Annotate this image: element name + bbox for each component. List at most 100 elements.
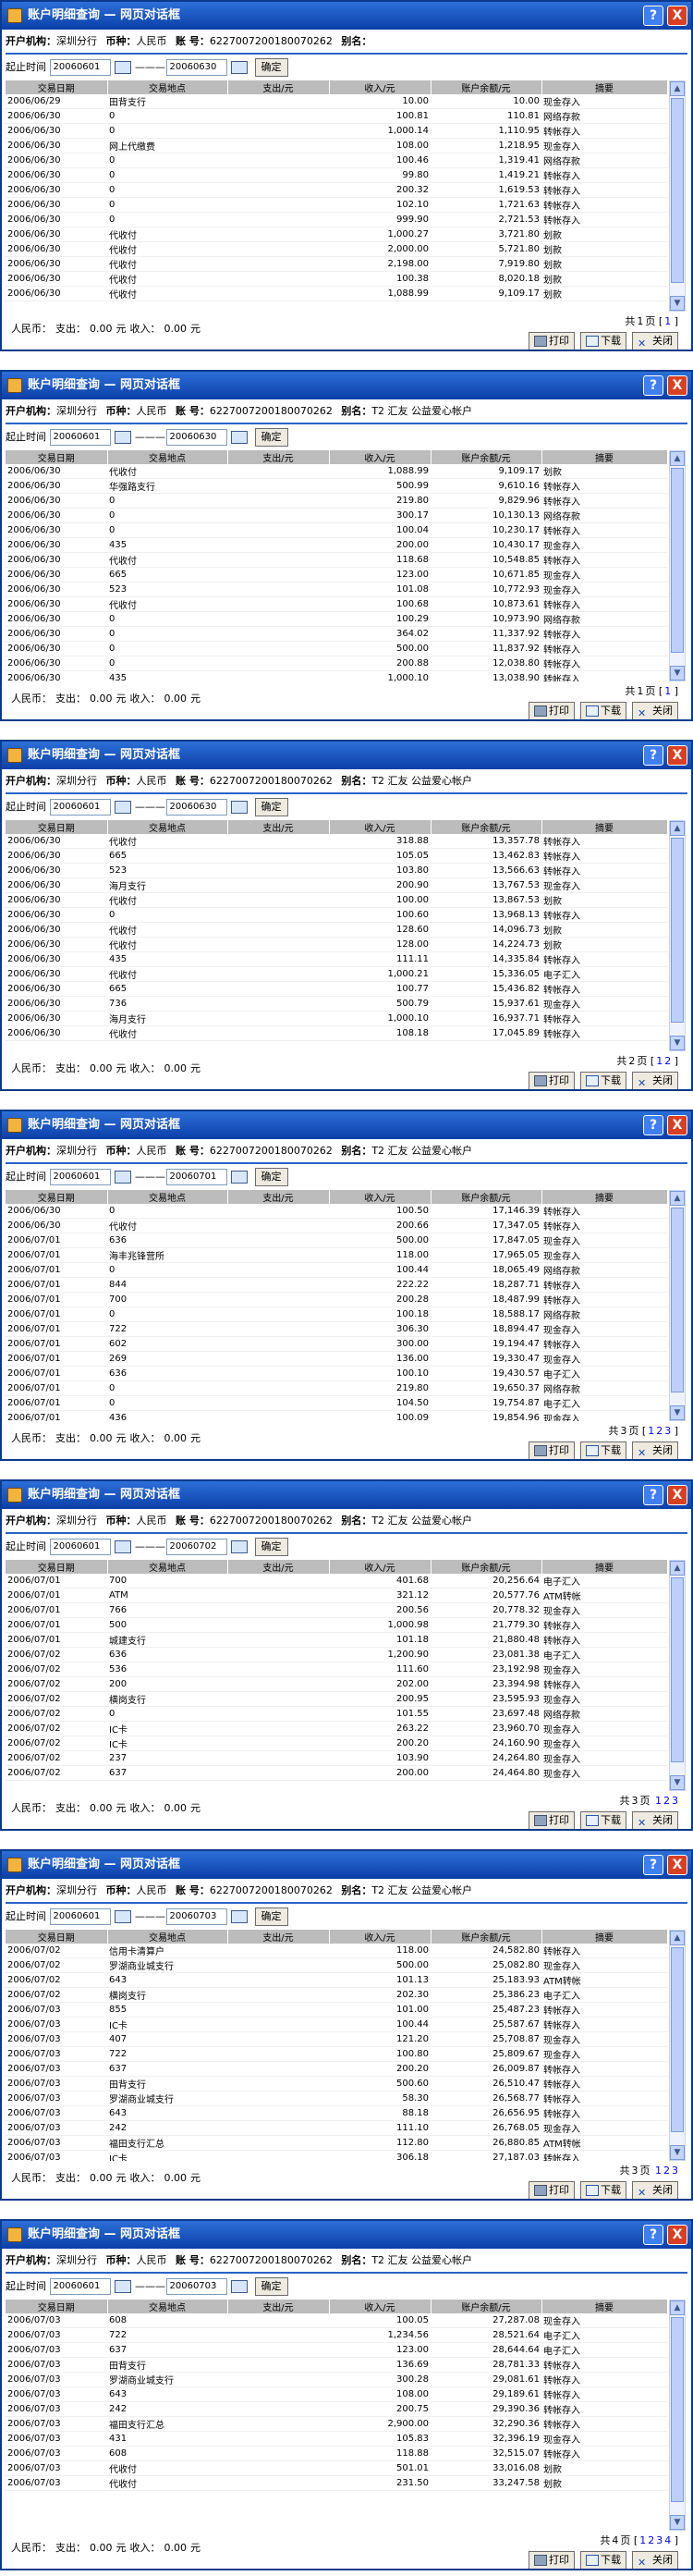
end-date-input[interactable]: 20060701: [165, 1169, 227, 1185]
start-date-input[interactable]: 20060601: [49, 2278, 111, 2295]
table-row[interactable]: 2006/07/01 602 300.00 19,194.47 转帐存入: [6, 1336, 667, 1352]
column-header[interactable]: 支出/元: [227, 1560, 330, 1574]
table-row[interactable]: 2006/06/30 代收付 128.00 14,224.73 划款: [6, 937, 667, 952]
table-row[interactable]: 2006/07/03 福田支行汇总 2,900.00 32,290.36 转帐存入: [6, 2416, 667, 2432]
table-row[interactable]: 2006/06/30 665 105.05 13,462.83 转帐存入: [6, 848, 667, 864]
table-row[interactable]: 2006/06/30 0 100.29 10,973.90 网络存款: [6, 611, 667, 627]
table-row[interactable]: 2006/07/03 407 121.20 25,708.87 现金存入: [6, 2031, 667, 2047]
confirm-button[interactable]: 确定: [254, 1907, 288, 1926]
table-row[interactable]: 2006/06/30 代收付 108.18 17,045.89 转帐存入: [6, 1025, 667, 1041]
table-row[interactable]: 2006/07/03 田背支行 136.69 28,781.33 转帐存入: [6, 2357, 667, 2373]
print-button[interactable]: 打印: [529, 332, 575, 350]
scroll-down-arrow-icon[interactable]: ▼: [670, 1775, 685, 1790]
download-button[interactable]: 下载: [580, 2551, 626, 2569]
column-header[interactable]: 账户余额/元: [431, 80, 542, 94]
end-date-input[interactable]: 20060702: [165, 1539, 227, 1555]
scroll-down-arrow-icon[interactable]: ▼: [670, 2145, 685, 2160]
column-header[interactable]: 交易日期: [6, 820, 108, 834]
table-row[interactable]: 2006/07/01 636 100.10 19,430.57 电子汇入: [6, 1366, 667, 1381]
table-row[interactable]: 2006/07/01 269 136.00 19,330.47 现金存入: [6, 1351, 667, 1367]
table-row[interactable]: 2006/07/03 242 111.10 26,768.05 现金存入: [6, 2120, 667, 2136]
table-row[interactable]: 2006/07/02 536 111.60 23,192.98 现金存入: [6, 1662, 667, 1677]
column-header[interactable]: 交易地点: [107, 1190, 228, 1204]
help-button[interactable]: ?: [643, 1485, 663, 1505]
confirm-button[interactable]: 确定: [254, 428, 288, 447]
table-row[interactable]: 2006/07/03 643 108.00 29,189.61 转帐存入: [6, 2386, 667, 2402]
vertical-scrollbar[interactable]: ▲ ▼: [669, 1190, 686, 1421]
start-date-input[interactable]: 20060601: [49, 1169, 111, 1185]
table-row[interactable]: 2006/06/30 代收付 100.00 13,867.53 划款: [6, 892, 667, 908]
table-row[interactable]: 2006/07/01 城建支行 101.18 21,880.48 转帐存入: [6, 1632, 667, 1648]
table-row[interactable]: 2006/07/01 766 200.56 20,778.32 现金存入: [6, 1602, 667, 1618]
table-row[interactable]: 2006/07/03 855 101.00 25,487.23 转帐存入: [6, 2002, 667, 2018]
calendar-icon[interactable]: [114, 431, 131, 444]
column-header[interactable]: 交易地点: [107, 820, 228, 834]
calendar-icon[interactable]: [230, 801, 248, 814]
close-button[interactable]: ✕ 关闭: [632, 1441, 678, 1459]
scroll-thumb[interactable]: [671, 468, 684, 653]
table-row[interactable]: 2006/06/30 0 200.32 1,619.53 转帐存入: [6, 182, 667, 198]
scroll-up-arrow-icon[interactable]: ▲: [670, 1561, 685, 1576]
table-row[interactable]: 2006/07/01 ATM 321.12 20,577.76 ATM转帐: [6, 1588, 667, 1603]
close-window-button[interactable]: X: [667, 375, 687, 396]
table-row[interactable]: 2006/06/30 0 100.46 1,319.41 网络存款: [6, 153, 667, 168]
calendar-icon[interactable]: [230, 2280, 248, 2293]
confirm-button[interactable]: 确定: [254, 2277, 288, 2296]
page-link[interactable]: 2: [664, 1055, 671, 1067]
table-row[interactable]: 2006/07/03 IC卡 306.18 27,187.03 转帐存入: [6, 2150, 667, 2161]
close-window-button[interactable]: X: [667, 1115, 687, 1135]
start-date-input[interactable]: 20060601: [49, 59, 111, 76]
table-row[interactable]: 2006/06/30 代收付 100.68 10,873.61 转帐存入: [6, 596, 667, 612]
scroll-thumb[interactable]: [671, 838, 684, 1023]
start-date-input[interactable]: 20060601: [49, 1539, 111, 1555]
print-button[interactable]: 打印: [529, 2181, 575, 2199]
table-row[interactable]: 2006/06/30 代收付 1,000.21 15,336.05 电子汇入: [6, 966, 667, 982]
download-button[interactable]: 下载: [580, 1811, 626, 1829]
table-row[interactable]: 2006/07/03 608 118.88 32,515.07 转帐存入: [6, 2446, 667, 2461]
table-row[interactable]: 2006/07/03 IC卡 100.44 25,587.67 转帐存入: [6, 2017, 667, 2032]
calendar-icon[interactable]: [230, 1910, 248, 1923]
scroll-up-arrow-icon[interactable]: ▲: [670, 1191, 685, 1206]
page-link[interactable]: 2: [663, 1795, 670, 1807]
table-row[interactable]: 2006/07/01 700 200.28 18,487.99 转帐存入: [6, 1292, 667, 1307]
column-header[interactable]: 交易地点: [107, 1560, 228, 1574]
scroll-up-arrow-icon[interactable]: ▲: [670, 81, 685, 96]
column-header[interactable]: 账户余额/元: [431, 1560, 542, 1574]
column-header[interactable]: 摘要: [541, 1930, 667, 1944]
table-row[interactable]: 2006/07/02 643 101.13 25,183.93 ATM转帐: [6, 1972, 667, 1988]
table-row[interactable]: 2006/07/03 田背支行 500.60 26,510.47 转帐存入: [6, 2076, 667, 2091]
page-link[interactable]: 3: [664, 1425, 671, 1437]
page-link[interactable]: 1: [648, 1425, 654, 1437]
page-link[interactable]: 2: [648, 2534, 654, 2546]
column-header[interactable]: 交易地点: [107, 450, 228, 464]
page-link[interactable]: 1: [639, 2534, 646, 2546]
confirm-button[interactable]: 确定: [254, 798, 288, 816]
table-row[interactable]: 2006/06/30 435 200.00 10,430.17 现金存入: [6, 537, 667, 553]
start-date-input[interactable]: 20060601: [49, 1908, 111, 1925]
column-header[interactable]: 支出/元: [227, 1190, 330, 1204]
table-row[interactable]: 2006/07/03 637 123.00 28,644.64 电子汇入: [6, 2342, 667, 2358]
table-row[interactable]: 2006/07/03 722 100.80 25,809.67 现金存入: [6, 2046, 667, 2062]
page-link[interactable]: 1: [655, 2165, 662, 2177]
vertical-scrollbar[interactable]: ▲ ▼: [669, 1560, 686, 1791]
column-header[interactable]: 支出/元: [227, 820, 330, 834]
page-link[interactable]: 1: [656, 1055, 663, 1067]
column-header[interactable]: 账户余额/元: [431, 820, 542, 834]
table-row[interactable]: 2006/07/02 横岗支行 202.30 25,386.23 电子汇入: [6, 1987, 667, 2003]
table-row[interactable]: 2006/06/30 0 500.00 11,837.92 转帐存入: [6, 641, 667, 656]
column-header[interactable]: 摘要: [541, 450, 667, 464]
scroll-up-arrow-icon[interactable]: ▲: [670, 451, 685, 466]
scroll-thumb[interactable]: [671, 1208, 684, 1392]
close-window-button[interactable]: X: [667, 1855, 687, 1875]
table-row[interactable]: 2006/06/30 代收付 318.88 13,357.78 转帐存入: [6, 834, 667, 849]
page-link[interactable]: 2: [656, 1425, 663, 1437]
column-header[interactable]: 账户余额/元: [431, 1190, 542, 1204]
vertical-scrollbar[interactable]: ▲ ▼: [669, 820, 686, 1051]
table-row[interactable]: 2006/06/30 0 219.80 9,829.96 转帐存入: [6, 493, 667, 509]
column-header[interactable]: 摘要: [541, 2300, 667, 2313]
table-row[interactable]: 2006/07/03 代收付 501.01 33,016.08 划款: [6, 2460, 667, 2476]
start-date-input[interactable]: 20060601: [49, 429, 111, 446]
download-button[interactable]: 下载: [580, 1441, 626, 1459]
table-row[interactable]: 2006/07/02 信用卡清算户 118.00 24,582.80 转帐存入: [6, 1944, 667, 1958]
column-header[interactable]: 收入/元: [329, 820, 432, 834]
